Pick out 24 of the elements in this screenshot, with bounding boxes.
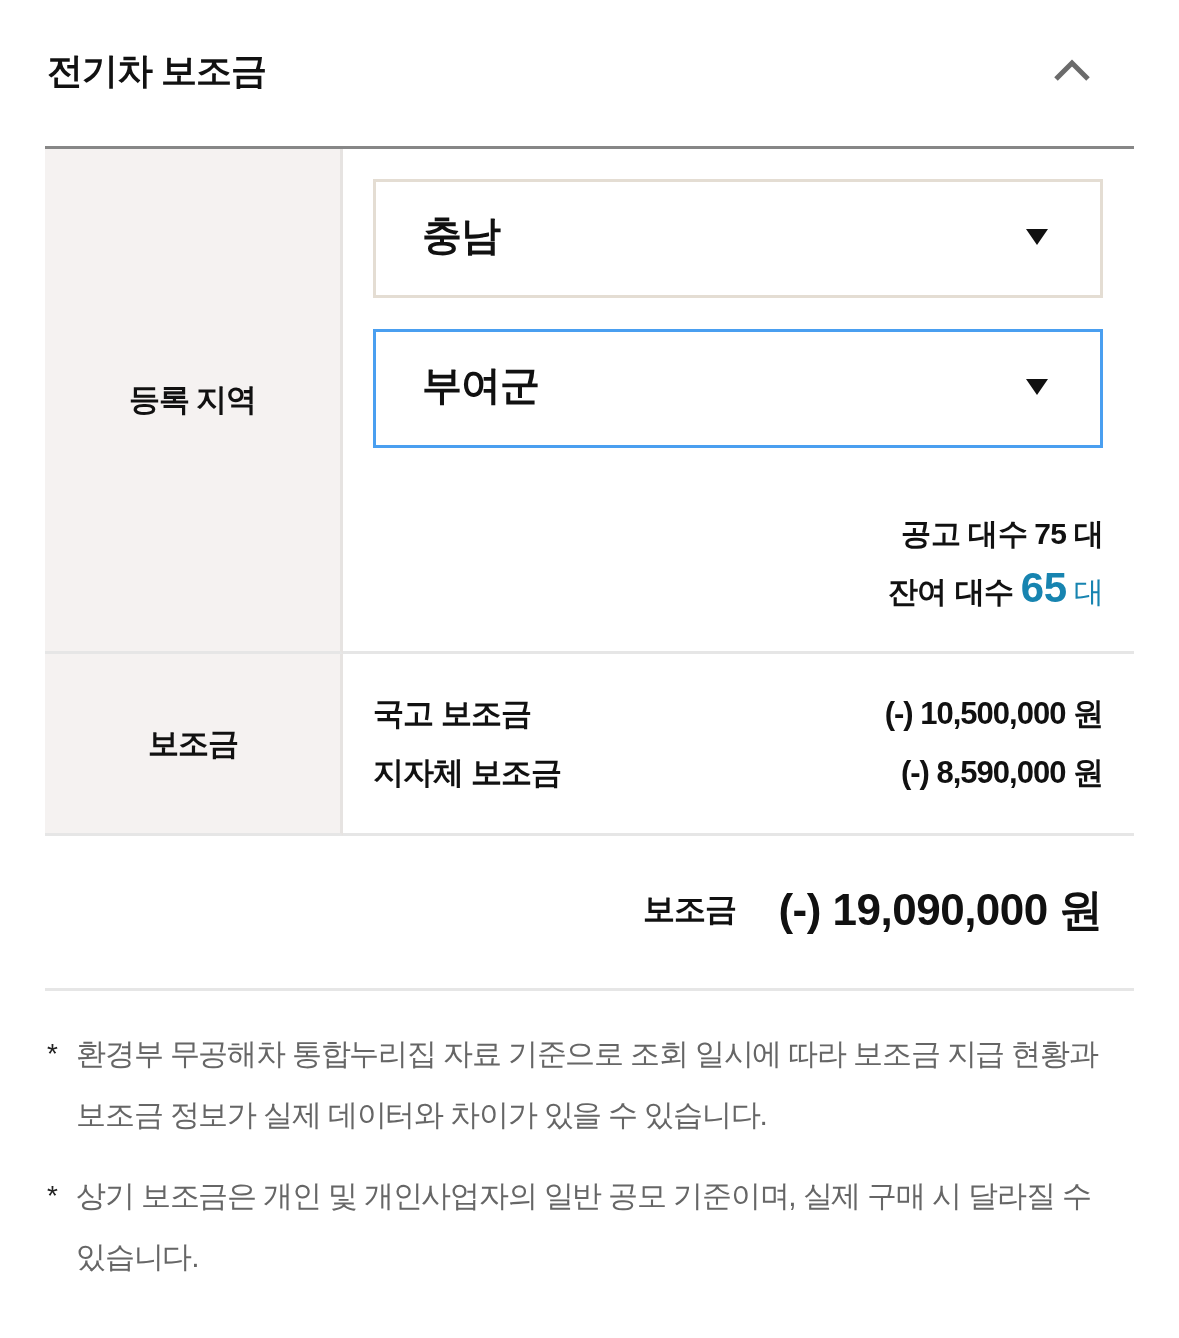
subsidy-name: 국고 보조금: [373, 694, 531, 733]
count-unit: 대: [1073, 574, 1103, 610]
count-value: 75: [1034, 517, 1067, 551]
caret-icon: [1026, 228, 1048, 245]
subsidy-amount: (-) 10,500,000 원: [884, 694, 1103, 733]
note-text: 상기 보조금은 개인 및 개인사업자의 일반 공모 기준이며, 실제 구매 시 달라질 수 있습니다.: [76, 1178, 1092, 1275]
chevron-up-icon[interactable]: [1053, 58, 1091, 82]
note-mark: *: [46, 1179, 59, 1213]
count-value: 65: [1020, 564, 1067, 612]
subsidy-amount: (-) 8,590,000 원: [900, 753, 1103, 792]
dropdown-select[interactable]: 부여군: [373, 329, 1103, 448]
row-header-cell: 보조금: [45, 654, 343, 836]
total-amount: (-) 19,090,000 원: [778, 883, 1103, 936]
total-label: 보조금: [643, 890, 737, 929]
count-unit: 대: [1073, 516, 1103, 552]
subsidy-name: 지자체 보조금: [373, 753, 561, 792]
row-header-cell: 등록 지역: [45, 149, 343, 654]
count-label: 잔여 대수: [887, 574, 1014, 610]
dropdown-select[interactable]: 충남: [373, 179, 1103, 298]
count-label: 공고 대수: [901, 516, 1028, 552]
section-title: 전기차 보조금: [47, 48, 266, 93]
note-text: 환경부 무공해차 통합누리집 자료 기준으로 조회 일시에 따라 보조금 지급 현황과 보조금 정보가 실제 데이터와 차이가 있을 수 있습니다.: [76, 1036, 1100, 1133]
caret-icon: [1026, 378, 1048, 395]
note-mark: *: [46, 1037, 59, 1071]
